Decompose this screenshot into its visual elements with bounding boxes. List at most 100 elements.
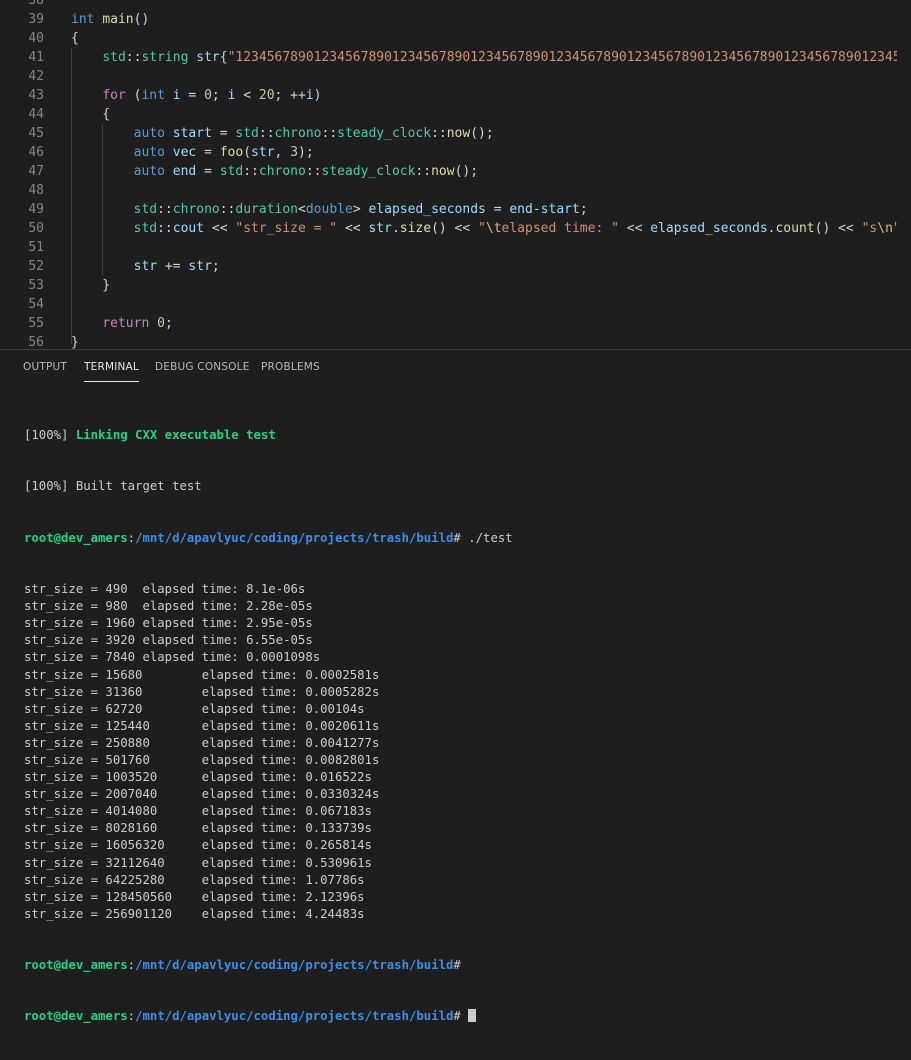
code-line[interactable]: 48 (0, 181, 911, 200)
code-line[interactable]: 43 for (int i = 0; i < 20; ++i) (0, 86, 911, 105)
code-line[interactable]: 41 std::string str{"12345678901234567890… (0, 48, 911, 67)
line-code: } (71, 333, 79, 349)
code-token: :: (305, 164, 322, 179)
prompt-user: root@dev_amers (24, 530, 128, 545)
code-token: main (102, 12, 134, 27)
prompt-command: # ./test (453, 530, 513, 545)
code-token: < (235, 88, 259, 103)
output-line: str_size = 16056320 elapsed time: 0.2658… (24, 838, 372, 853)
code-line[interactable]: 39 int main() (0, 10, 911, 29)
code-token: str (196, 50, 220, 65)
code-line[interactable]: 51 (0, 238, 911, 257)
code-token: double (305, 202, 353, 217)
code-token: i (172, 88, 181, 103)
code-line[interactable]: 52 str += str; (0, 257, 911, 276)
line-number: 54 (28, 297, 44, 312)
code-token: } (71, 278, 111, 293)
output-line: str_size = 980 elapsed time: 2.28e-05s (24, 599, 313, 614)
editor-scrollbar[interactable] (897, 0, 911, 349)
code-line[interactable]: 38 (0, 0, 911, 10)
code-line[interactable]: 46 auto vec = foo(str, 3); (0, 143, 911, 162)
output-line: str_size = 32112640 elapsed time: 0.5309… (24, 855, 372, 870)
line-number: 50 (28, 221, 44, 236)
code-line[interactable]: 56} (0, 333, 911, 349)
prompt-path: /mnt/d/apavlyuc/coding/projects/trash/bu… (135, 530, 454, 545)
prompt-line: root@dev_amers:/mnt/d/apavlyuc/coding/pr… (24, 530, 904, 547)
code-token: :: (219, 202, 236, 217)
code-line[interactable]: 50 std::cout << "str_size = " << str.siz… (0, 219, 911, 238)
code-token: << (618, 221, 651, 236)
code-token: std (219, 164, 244, 179)
code-token: now (446, 126, 471, 141)
code-token: = (196, 145, 220, 160)
code-token: :: (243, 164, 259, 179)
prompt-line: root@dev_amers:/mnt/d/apavlyuc/coding/pr… (24, 957, 904, 974)
code-token: return (102, 316, 150, 331)
tab-debug-console[interactable]: DEBUG CONSOLE (155, 361, 250, 381)
code-token: str (188, 259, 212, 274)
code-token: :: (125, 50, 142, 65)
code-token: 0 (204, 88, 212, 103)
code-token: " (478, 221, 486, 236)
code-token: 3 (290, 145, 299, 160)
line-code: auto start = std::chrono::steady_clock::… (71, 124, 494, 143)
code-token: { (71, 107, 111, 122)
build-line: [100%] Built target test (24, 478, 904, 495)
code-editor[interactable]: 38 39 int main() 40{41 std::string str{"123… (0, 0, 911, 349)
code-token: :: (157, 221, 173, 236)
code-token: ( (125, 88, 142, 103)
prompt-path: /mnt/d/apavlyuc/coding/projects/trash/bu… (135, 958, 454, 973)
code-token: std (235, 126, 259, 141)
code-token: str (368, 221, 392, 236)
terminal-output[interactable]: [100%] Linking CXX executable test [100%… (24, 393, 904, 1060)
line-number: 41 (28, 50, 44, 65)
code-token: \n (877, 221, 893, 236)
line-number: 40 (28, 31, 44, 46)
line-number: 48 (28, 183, 44, 198)
code-line[interactable]: 55 return 0; (0, 314, 911, 333)
code-line[interactable]: 42 (0, 67, 911, 86)
terminal-scrollbar[interactable] (897, 386, 911, 810)
line-code: auto vec = foo(str, 3); (71, 143, 314, 162)
tab-problems[interactable]: PROBLEMS (261, 361, 320, 381)
code-line[interactable]: 54 (0, 295, 911, 314)
code-line[interactable]: 40 { (0, 29, 911, 48)
code-line[interactable]: 44 { (0, 105, 911, 124)
code-token: "s (861, 221, 878, 236)
code-token: ; ++ (274, 88, 306, 103)
tab-output[interactable]: OUTPUT (23, 361, 67, 381)
build-progress: [100%] (24, 479, 76, 494)
line-number: 55 (28, 316, 44, 331)
tab-terminal[interactable]: TERMINAL (84, 361, 139, 382)
code-token: steady_clock (321, 164, 416, 179)
line-code: { (71, 105, 110, 124)
code-token: std (133, 221, 158, 236)
line-number: 46 (28, 145, 44, 160)
code-token: ; (211, 88, 228, 103)
prompt-separator: : (127, 1009, 136, 1024)
output-line: str_size = 3920 elapsed time: 6.55e-05s (24, 633, 313, 648)
code-line[interactable]: 47 auto end = std::chrono::steady_clock:… (0, 162, 911, 181)
output-line: str_size = 64225280 elapsed time: 1.0778… (24, 872, 365, 887)
prompt-separator: : (127, 530, 136, 545)
code-token: elapsed_seconds (650, 221, 768, 236)
code-token: = (485, 202, 510, 217)
code-token: << (204, 221, 236, 236)
prompt-line-active[interactable]: root@dev_amers:/mnt/d/apavlyuc/coding/pr… (24, 1008, 904, 1025)
line-code: int main() (71, 10, 149, 29)
code-token: < (298, 202, 306, 217)
code-token: :: (415, 164, 432, 179)
code-line[interactable]: 53 } (0, 276, 911, 295)
code-line[interactable]: 49 std::chrono::duration<double> elapsed… (0, 200, 911, 219)
line-number: 38 (28, 0, 44, 8)
code-line[interactable]: 45 auto start = std::chrono::steady_cloc… (0, 124, 911, 143)
code-token: for (102, 88, 126, 103)
output-line: str_size = 128450560 elapsed time: 2.123… (24, 889, 365, 904)
code-token: std (133, 202, 158, 217)
